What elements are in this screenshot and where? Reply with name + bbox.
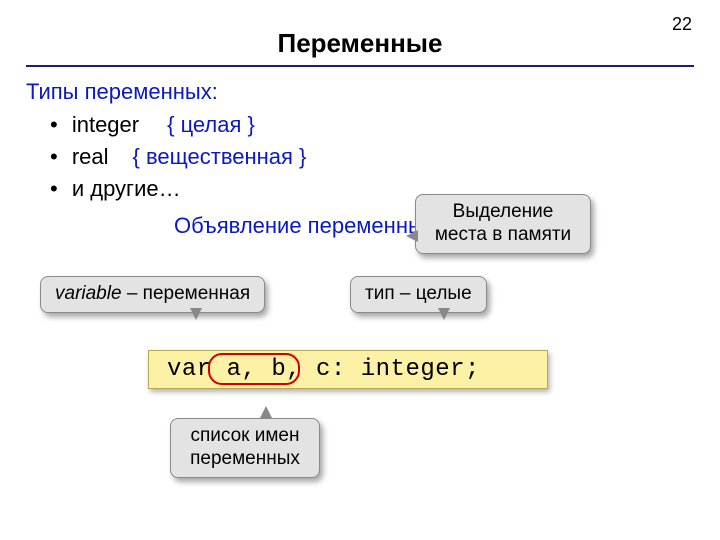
callout-pointer-icon xyxy=(438,308,450,320)
content-area: Типы переменных: integer { целая } real { … xyxy=(0,67,720,239)
list-item: и другие… xyxy=(50,173,694,205)
list-item: integer { целая } xyxy=(50,109,694,141)
callout-pointer-icon xyxy=(406,230,418,242)
type-name: и другие… xyxy=(72,176,181,201)
type-comment: { вещественная } xyxy=(133,144,307,169)
callout-type: тип – целые xyxy=(350,276,487,313)
type-comment: { целая } xyxy=(167,112,255,137)
callout-memory: Выделение места в памяти xyxy=(415,194,591,254)
code-example: var a, b, c: integer; xyxy=(148,350,548,389)
callout-variable-rest: – переменная xyxy=(122,283,251,304)
callout-names: список имен переменных xyxy=(170,418,320,478)
list-item: real { вещественная } xyxy=(50,141,694,173)
callout-pointer-icon xyxy=(190,308,202,320)
types-list: integer { целая } real { вещественная } и … xyxy=(50,109,694,205)
callout-variable-em: variable xyxy=(55,283,122,304)
type-name: real xyxy=(72,144,109,169)
callout-pointer-icon xyxy=(260,406,272,418)
callout-variable: variable – переменная xyxy=(40,276,265,313)
page-number: 22 xyxy=(672,14,692,35)
types-heading: Типы переменных: xyxy=(26,79,694,105)
page-title: Переменные xyxy=(0,0,720,65)
type-name: integer xyxy=(72,112,139,137)
